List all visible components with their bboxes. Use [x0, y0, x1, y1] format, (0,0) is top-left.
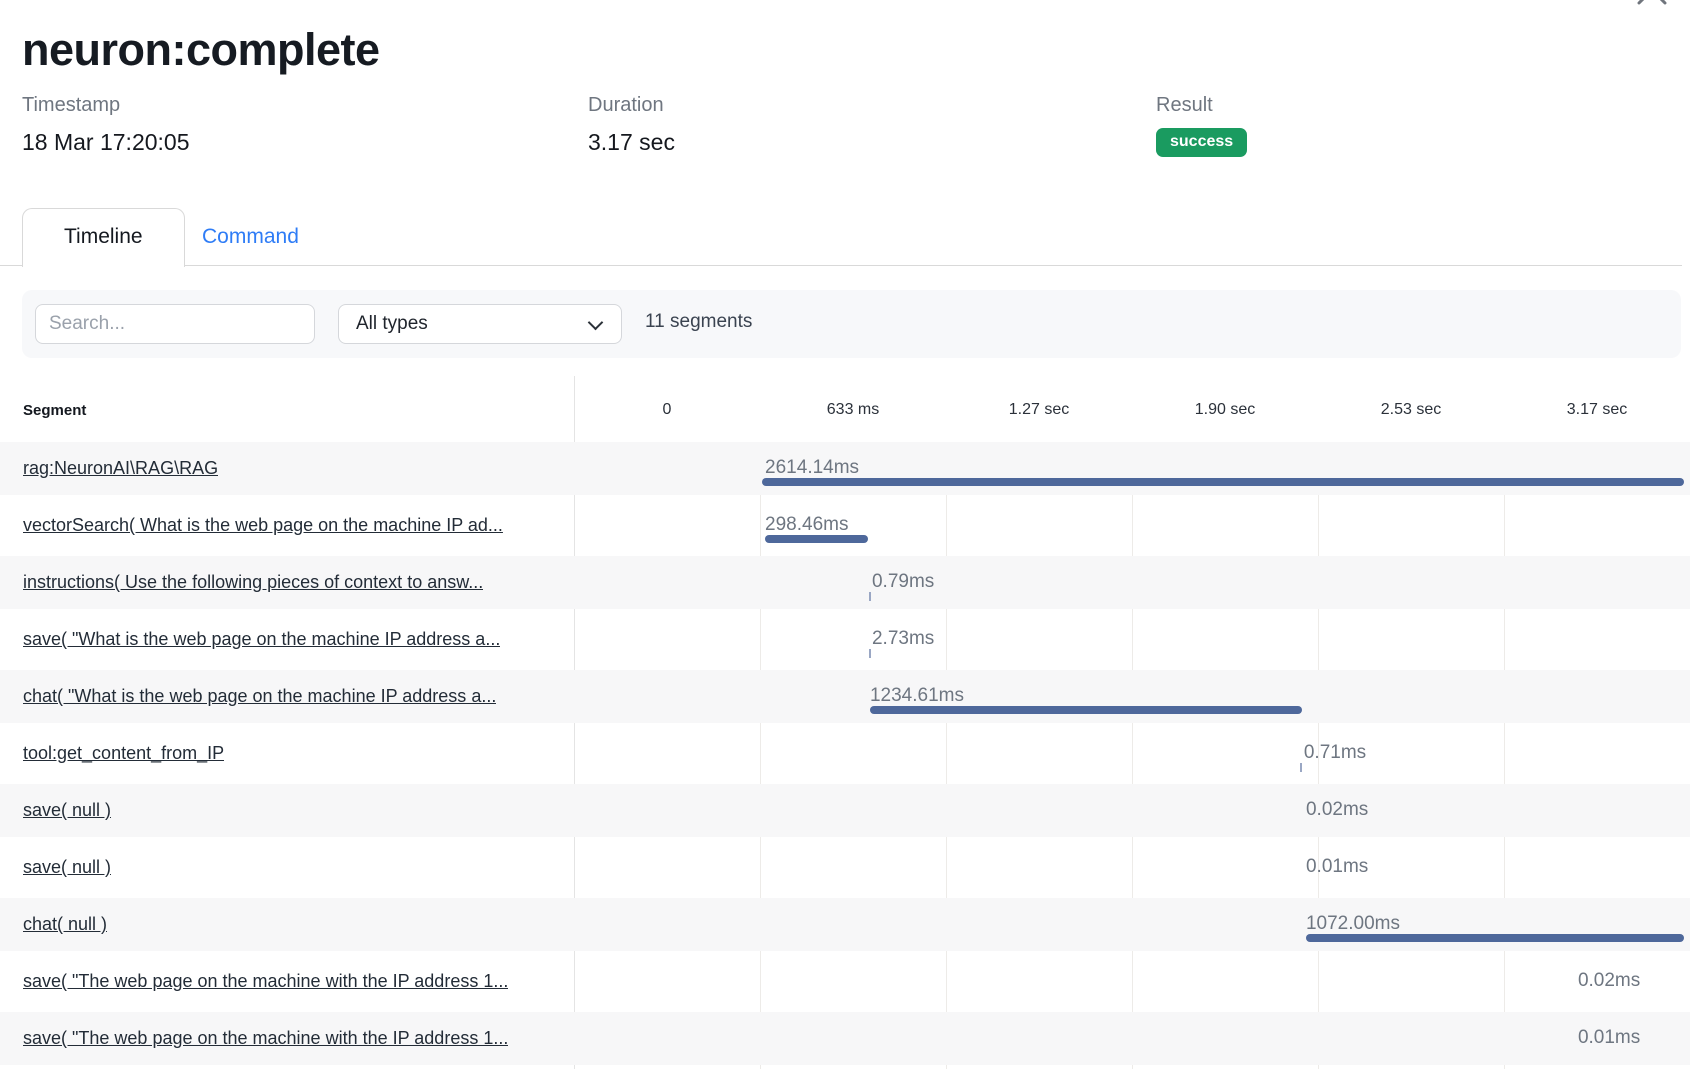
segment-link[interactable]: instructions( Use the following pieces o… — [23, 556, 483, 609]
axis-tick-label: 0 — [574, 401, 760, 419]
table-row: save( "The web page on the machine with … — [0, 955, 1690, 1012]
segment-link[interactable]: save( null ) — [23, 841, 111, 894]
row-background — [0, 727, 1690, 780]
type-select-value: All types — [356, 313, 428, 335]
segment-link[interactable]: save( "The web page on the machine with … — [23, 955, 508, 1008]
duration-label: 298.46ms — [765, 514, 848, 536]
result-label: Result — [1156, 94, 1247, 117]
row-background — [0, 784, 1690, 837]
table-row: chat( "What is the web page on the machi… — [0, 670, 1690, 727]
timeline-bar — [762, 478, 1684, 486]
tab-timeline[interactable]: Timeline — [22, 208, 185, 267]
status-badge: success — [1156, 128, 1247, 157]
table-row: rag:NeuronAI\RAG\RAG 2614.14ms — [0, 442, 1690, 499]
timeline-tick-mark — [869, 592, 871, 601]
table-row: save( "The web page on the machine with … — [0, 1012, 1690, 1069]
type-select[interactable]: All types — [338, 304, 622, 344]
axis-tick-label: 633 ms — [760, 401, 946, 419]
duration-label: 1072.00ms — [1306, 913, 1400, 935]
axis-tick-label: 2.53 sec — [1318, 401, 1504, 419]
duration-label: 0.02ms — [1578, 970, 1640, 992]
segment-link[interactable]: chat( null ) — [23, 898, 107, 951]
table-row: vectorSearch( What is the web page on th… — [0, 499, 1690, 556]
meta-result: Result success — [1156, 94, 1247, 157]
search-input[interactable] — [35, 304, 315, 344]
table-row: save( null ) 0.02ms — [0, 784, 1690, 841]
duration-label: 0.01ms — [1578, 1027, 1640, 1049]
timeline-tick-mark — [869, 649, 871, 658]
table-row: save( "What is the web page on the machi… — [0, 613, 1690, 670]
row-background — [0, 898, 1690, 951]
table-row: tool:get_content_from_IP 0.71ms — [0, 727, 1690, 784]
segments-table: rag:NeuronAI\RAG\RAG 2614.14ms vectorSearc… — [0, 442, 1690, 1069]
duration-value: 3.17 sec — [588, 129, 675, 156]
duration-label: 0.71ms — [1304, 742, 1366, 764]
axis-tick-label: 3.17 sec — [1504, 401, 1690, 419]
duration-label: 0.79ms — [872, 571, 934, 593]
segment-link[interactable]: vectorSearch( What is the web page on th… — [23, 499, 503, 552]
row-background — [0, 841, 1690, 894]
duration-label: 0.01ms — [1306, 856, 1368, 878]
duration-label: Duration — [588, 94, 675, 117]
page-title: neuron:complete — [22, 24, 380, 76]
timestamp-value: 18 Mar 17:20:05 — [22, 129, 190, 156]
table-row: instructions( Use the following pieces o… — [0, 556, 1690, 613]
axis-tick-label: 1.27 sec — [946, 401, 1132, 419]
segment-link[interactable]: save( null ) — [23, 784, 111, 837]
segment-link[interactable]: tool:get_content_from_IP — [23, 727, 224, 780]
tab-bar: Timeline Command — [0, 208, 1682, 266]
meta-duration: Duration 3.17 sec — [588, 94, 675, 156]
timeline-bar — [765, 535, 868, 543]
chevron-down-icon — [588, 315, 604, 331]
timeline-tick-mark — [1300, 763, 1302, 772]
close-icon[interactable] — [1633, 0, 1671, 9]
duration-label: 1234.61ms — [870, 685, 964, 707]
timeline-bar — [1306, 934, 1684, 942]
segment-column-header: Segment — [23, 402, 86, 419]
meta-timestamp: Timestamp 18 Mar 17:20:05 — [22, 94, 190, 156]
table-row: save( null ) 0.01ms — [0, 841, 1690, 898]
segment-count: 11 segments — [645, 311, 752, 333]
table-row: chat( null ) 1072.00ms — [0, 898, 1690, 955]
axis-tick-label: 1.90 sec — [1132, 401, 1318, 419]
tab-command[interactable]: Command — [202, 208, 299, 265]
timeline-bar — [870, 706, 1302, 714]
segment-link[interactable]: save( "The web page on the machine with … — [23, 1012, 508, 1065]
duration-label: 2.73ms — [872, 628, 934, 650]
duration-label: 0.02ms — [1306, 799, 1368, 821]
segment-link[interactable]: save( "What is the web page on the machi… — [23, 613, 500, 666]
timestamp-label: Timestamp — [22, 94, 190, 117]
segment-link[interactable]: chat( "What is the web page on the machi… — [23, 670, 496, 723]
segment-link[interactable]: rag:NeuronAI\RAG\RAG — [23, 442, 218, 495]
duration-label: 2614.14ms — [765, 457, 859, 479]
filter-bar: All types 11 segments — [22, 290, 1681, 358]
